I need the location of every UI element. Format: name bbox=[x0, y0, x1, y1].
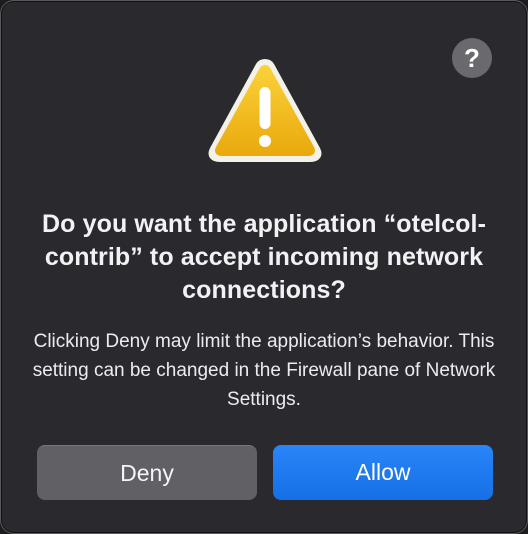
deny-button-label: Deny bbox=[120, 459, 174, 486]
allow-button-label: Allow bbox=[355, 459, 411, 485]
allow-button[interactable]: Allow bbox=[273, 445, 493, 500]
firewall-alert-dialog: ? Do you want the application “otelcol-c… bbox=[0, 0, 528, 534]
help-question-mark: ? bbox=[464, 43, 480, 73]
help-button[interactable]: ? bbox=[452, 38, 492, 78]
dialog-title: Do you want the application “otelcol-con… bbox=[42, 210, 486, 304]
warning-triangle-icon bbox=[208, 59, 322, 162]
deny-button[interactable]: Deny bbox=[37, 445, 257, 500]
dialog-message: Clicking Deny may limit the application’… bbox=[32, 331, 496, 410]
